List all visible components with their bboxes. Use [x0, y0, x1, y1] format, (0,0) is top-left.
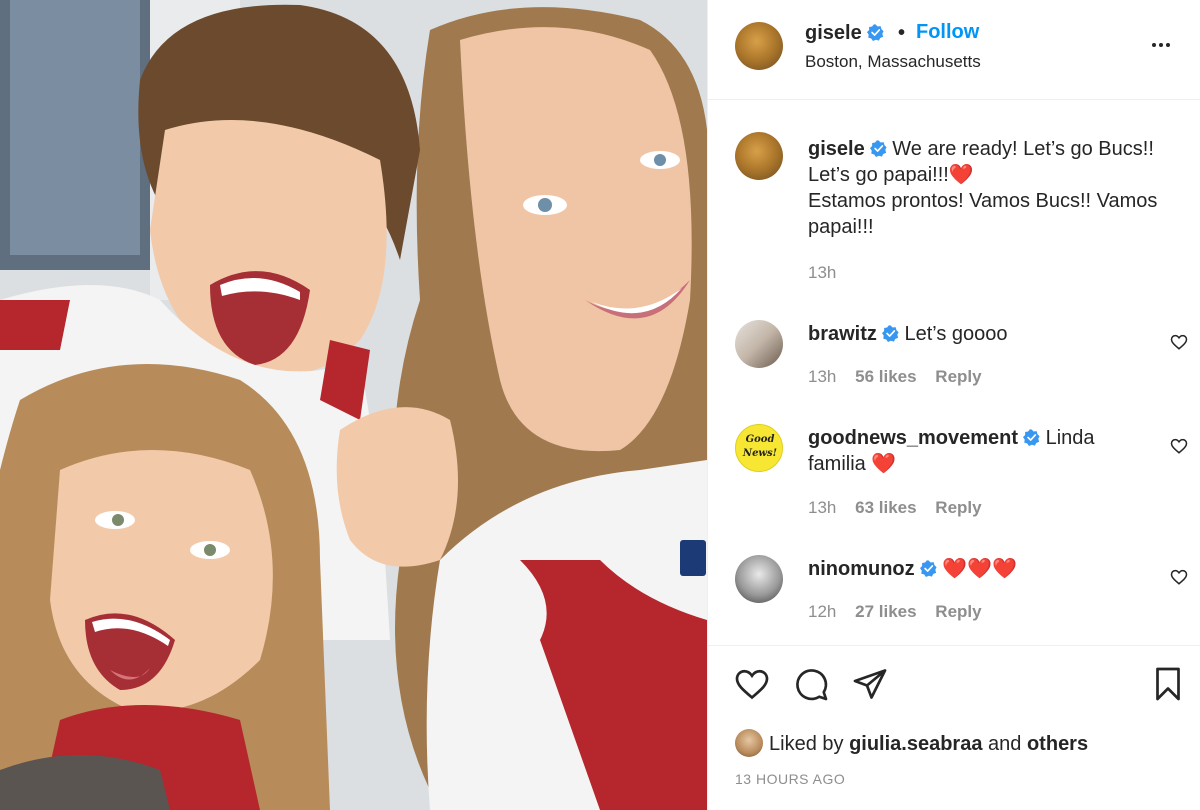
comment-text: goodnews_movement Linda familia ❤️ — [808, 425, 1178, 477]
caption-username[interactable]: gisele — [808, 138, 865, 160]
comment-avatar[interactable] — [735, 320, 783, 368]
comment-icon[interactable] — [793, 666, 829, 702]
header-separator: • — [898, 22, 906, 44]
liked-by-user[interactable]: giulia.seabraa — [849, 733, 982, 755]
follow-button[interactable]: Follow — [916, 21, 979, 44]
comment-meta: 13h 56 likes Reply — [808, 367, 996, 387]
author-username[interactable]: gisele — [805, 22, 884, 45]
liked-by-and: and — [988, 733, 1022, 755]
comment-username[interactable]: brawitz — [808, 323, 877, 345]
author-username-text[interactable]: gisele — [805, 22, 862, 44]
comment-likes[interactable]: 27 likes — [855, 602, 916, 621]
caption-line-2: Let’s go papai!!!❤️ — [808, 164, 974, 186]
verified-badge-icon — [1023, 429, 1040, 446]
post-location[interactable]: Boston, Massachusetts — [805, 52, 981, 72]
post-photo[interactable] — [0, 0, 707, 810]
like-heart-icon[interactable] — [734, 666, 770, 702]
comment-body: ❤️❤️❤️ — [942, 558, 1017, 580]
avatar-logo-text-2: News! — [742, 448, 778, 459]
post-side-panel: gisele • Follow Boston, Massachusetts gi… — [707, 0, 1200, 810]
verified-badge-icon — [869, 140, 887, 157]
heart-icon[interactable] — [1170, 568, 1188, 586]
caption-line-3: Estamos prontos! Vamos Bucs!! Vamos — [808, 190, 1158, 212]
comment-body-continued: familia ❤️ — [808, 453, 897, 475]
bookmark-icon[interactable] — [1150, 666, 1186, 702]
comment-meta: 12h 27 likes Reply — [808, 602, 996, 622]
avatar-logo-text-1: Good — [745, 434, 775, 445]
comment-text: brawitz Let’s goooo — [808, 321, 1178, 347]
caption-text: gisele We are ready! Let’s go Bucs!! Let… — [808, 136, 1178, 240]
caption-avatar[interactable] — [735, 132, 783, 180]
comment-time[interactable]: 13h — [808, 367, 836, 386]
post-header: gisele • Follow Boston, Massachusetts — [708, 0, 1200, 100]
comment-time[interactable]: 13h — [808, 498, 836, 517]
caption-time[interactable]: 13h — [808, 263, 836, 282]
comment-body: Let’s goooo — [904, 323, 1008, 345]
reply-button[interactable]: Reply — [935, 498, 981, 517]
verified-badge-icon — [881, 325, 899, 342]
comment-time[interactable]: 12h — [808, 602, 836, 621]
comment-text: ninomunoz ❤️❤️❤️ — [808, 556, 1178, 582]
share-icon[interactable] — [852, 666, 888, 702]
more-options-icon[interactable] — [1152, 30, 1182, 60]
comment-username[interactable]: ninomunoz — [808, 558, 915, 580]
verified-badge-icon — [866, 24, 884, 41]
author-avatar[interactable] — [735, 22, 783, 70]
caption-line-4: papai!!! — [808, 216, 874, 238]
post-actions: Liked by giulia.seabraa and others 13 HO… — [708, 645, 1200, 810]
reply-button[interactable]: Reply — [935, 367, 981, 386]
comment-likes[interactable]: 56 likes — [855, 367, 916, 386]
liked-by-others[interactable]: others — [1027, 733, 1088, 755]
heart-icon[interactable] — [1170, 333, 1188, 351]
comment-likes[interactable]: 63 likes — [855, 498, 916, 517]
comment-avatar[interactable]: Good News! — [735, 424, 783, 472]
liked-by: Liked by giulia.seabraa and others — [735, 729, 1088, 757]
comment-avatar[interactable] — [735, 555, 783, 603]
verified-badge-icon — [919, 560, 937, 577]
caption-meta: 13h — [808, 263, 850, 283]
reply-button[interactable]: Reply — [935, 602, 981, 621]
comment-meta: 13h 63 likes Reply — [808, 498, 996, 518]
liker-avatar[interactable] — [735, 729, 763, 757]
comment-username[interactable]: goodnews_movement — [808, 427, 1018, 449]
comment-body: Linda — [1045, 427, 1095, 449]
heart-icon[interactable] — [1170, 437, 1188, 455]
caption-line-1: We are ready! Let’s go Bucs!! — [892, 138, 1154, 160]
photo-illustration — [0, 0, 707, 810]
post-timestamp[interactable]: 13 HOURS AGO — [735, 771, 845, 787]
liked-by-prefix: Liked by — [769, 733, 844, 755]
